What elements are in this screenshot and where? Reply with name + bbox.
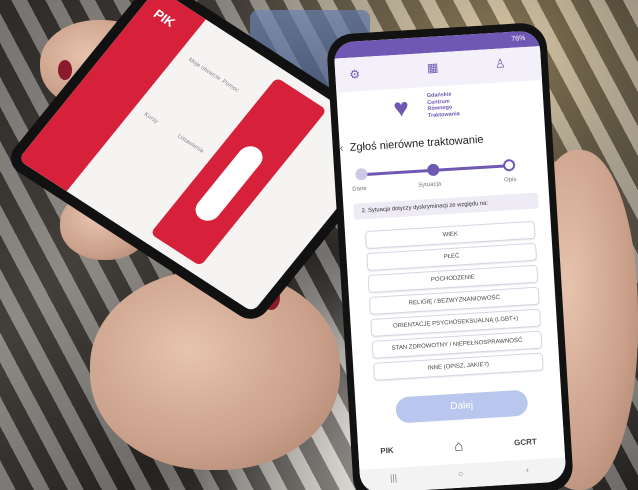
pik-logo: PIK: [150, 6, 179, 30]
battery-level: 76%: [511, 34, 526, 43]
bottom-nav-gcrt[interactable]: GCRT: [514, 437, 537, 447]
question-label: 2. Sytuacja dotyczy dyskryminacji ze wzg…: [353, 192, 539, 220]
pik-promo-card[interactable]: [150, 77, 327, 267]
menu-icon[interactable]: ⚙: [349, 67, 361, 82]
form-stepper: Dane Sytuacja Opis: [352, 151, 537, 198]
gcrt-logo: ♥ Gdańskie Centrum Równego Traktowania: [392, 85, 494, 131]
bottom-nav-pik[interactable]: PIK: [380, 446, 394, 456]
home-icon[interactable]: ⌂: [454, 438, 464, 456]
step-3-label: Opis: [503, 176, 517, 184]
tile-label[interactable]: Moje otwarcie: [187, 57, 222, 82]
right-phone: 76% ⚙ ▦ ♙ ♥ Gdańskie Centrum Równego Tra…: [325, 21, 575, 490]
recent-apps-icon[interactable]: |||: [390, 473, 398, 483]
calendar-icon[interactable]: ▦: [427, 60, 439, 75]
photo-background: PIK Moje otwarcie Kursy Pomoc Ustawienia…: [0, 0, 638, 490]
step-2-label: Sytuacja: [418, 181, 442, 189]
pik-promo-pill: [190, 141, 268, 226]
user-icon[interactable]: ♙: [495, 56, 507, 71]
step-2-dot[interactable]: [426, 163, 440, 177]
tile-label[interactable]: Ustawienia: [176, 134, 204, 155]
back-icon[interactable]: ‹: [525, 465, 529, 475]
page-title: Zgłoś nierówne traktowanie: [349, 133, 484, 154]
next-button[interactable]: Dalej: [395, 389, 529, 424]
gcrt-brand-text: Gdańskie Centrum Równego Traktowania: [426, 91, 460, 119]
step-1-label: Dane: [352, 185, 367, 193]
heart-logo-icon: ♥: [392, 92, 410, 124]
home-circle-icon[interactable]: ○: [458, 469, 464, 479]
step-1-dot[interactable]: [355, 167, 368, 181]
step-3-dot[interactable]: [502, 158, 516, 172]
tile-label[interactable]: Pomoc: [220, 79, 239, 94]
right-phone-screen: 76% ⚙ ▦ ♙ ♥ Gdańskie Centrum Równego Tra…: [333, 30, 567, 490]
back-chevron-icon[interactable]: ‹: [339, 142, 343, 154]
fingernail: [58, 60, 72, 80]
tile-label[interactable]: Kursy: [142, 112, 159, 125]
